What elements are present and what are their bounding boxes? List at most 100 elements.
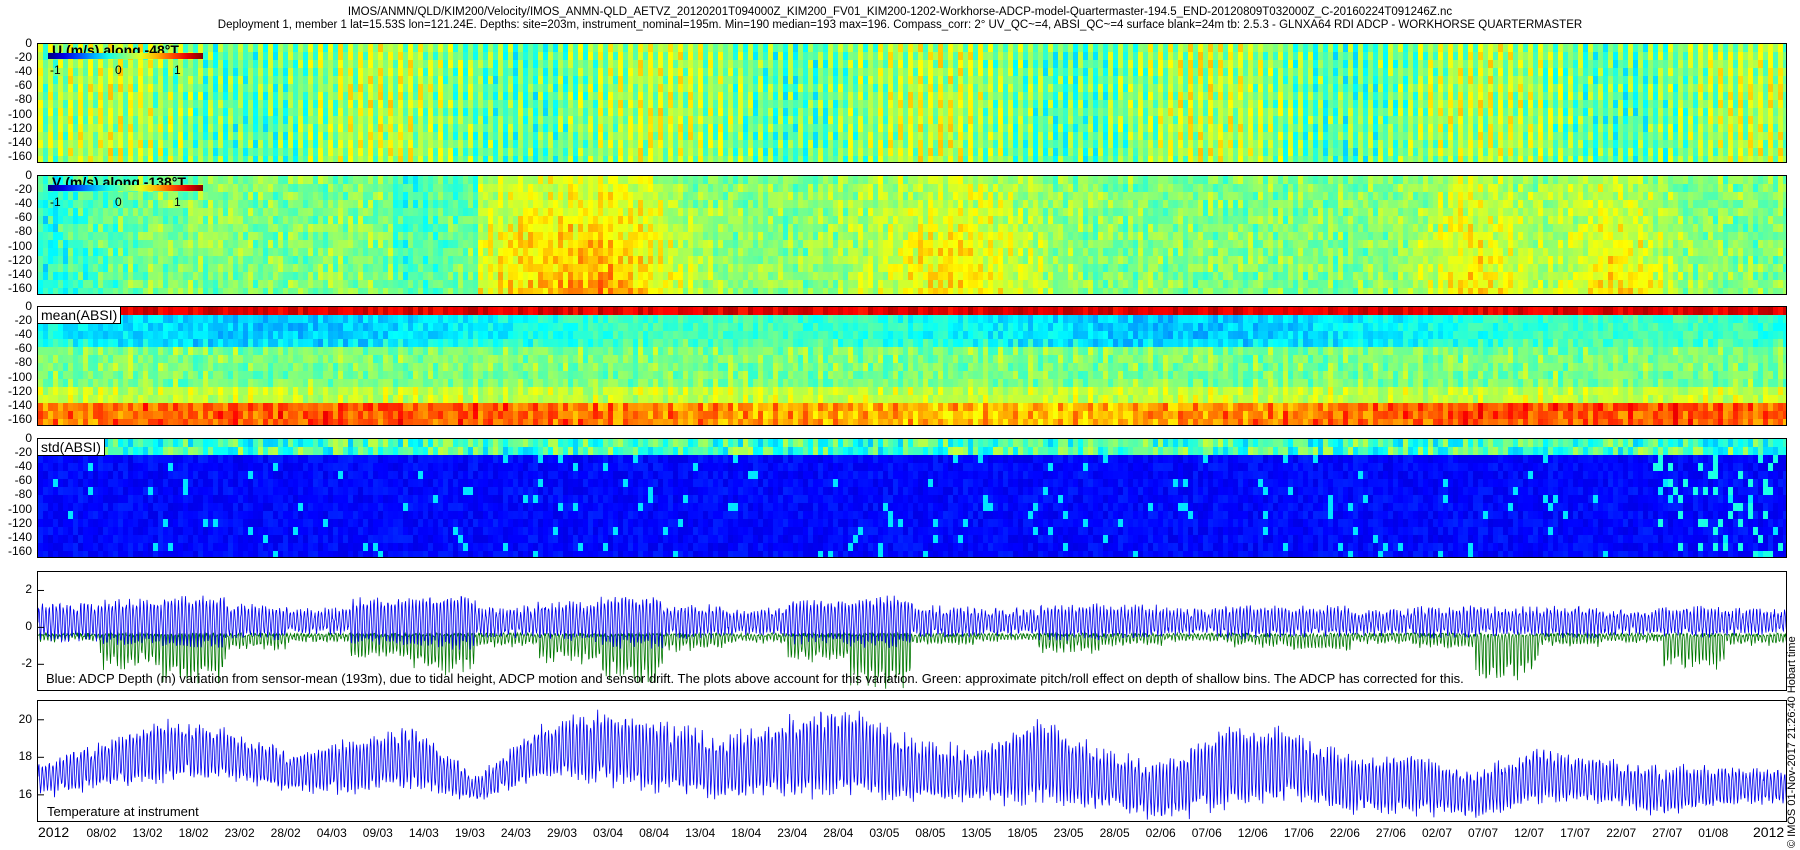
heatmap-cell (978, 148, 984, 157)
heatmap-cell (1173, 92, 1179, 101)
heatmap-cell (798, 52, 804, 61)
heatmap-cell (1143, 108, 1149, 117)
heatmap-cell (1123, 108, 1129, 117)
heatmap-cell (1193, 140, 1199, 149)
heatmap-cell (43, 124, 49, 133)
heatmap-cell (628, 124, 634, 133)
heatmap-cell (278, 116, 284, 125)
heatmap-cell (1028, 92, 1034, 101)
heatmap-cell (538, 92, 544, 101)
heatmap-cell (653, 76, 659, 85)
heatmap-cell (578, 124, 584, 133)
heatmap-cell (713, 108, 719, 117)
heatmap-cell (288, 52, 294, 61)
heatmap-cell (1523, 52, 1529, 61)
heatmap-cell (558, 60, 564, 69)
heatmap-cell (1383, 76, 1389, 85)
heatmap-cell (1563, 148, 1569, 157)
heatmap-cell (1153, 140, 1159, 149)
heatmap-cell (898, 44, 904, 53)
heatmap-cell (1458, 116, 1464, 125)
heatmap-cell (153, 116, 159, 125)
heatmap-cell (1008, 68, 1014, 77)
heatmap-cell (1513, 132, 1519, 141)
heatmap-cell (1578, 52, 1584, 61)
heatmap-cell (433, 52, 439, 61)
heatmap-cell (493, 60, 499, 69)
heatmap-cell (1618, 116, 1624, 125)
heatmap-cell (418, 84, 424, 93)
heatmap-cell (1523, 44, 1529, 53)
heatmap-cell (648, 84, 654, 93)
heatmap-cell (273, 68, 279, 77)
heatmap-cell (468, 60, 474, 69)
heatmap-cell (483, 148, 489, 157)
heatmap-cell (1248, 84, 1254, 93)
heatmap-cell (1018, 116, 1024, 125)
heatmap-cell (1493, 92, 1499, 101)
heatmap-cell (818, 124, 824, 133)
heatmap-cell (1658, 132, 1664, 141)
heatmap-cell (1253, 116, 1259, 125)
heatmap-cell (78, 92, 84, 101)
heatmap-cell (58, 84, 64, 93)
heatmap-cell (1368, 44, 1374, 53)
heatmap-cell (963, 116, 969, 125)
heatmap-cell (78, 140, 84, 149)
heatmap-cell (1273, 140, 1279, 149)
heatmap-cell (1133, 124, 1139, 133)
heatmap-cell (538, 52, 544, 61)
heatmap-cell (1118, 140, 1124, 149)
heatmap-cell (1423, 124, 1429, 133)
heatmap-cell (1113, 156, 1119, 162)
heatmap-cell (543, 132, 549, 141)
heatmap-cell (1173, 140, 1179, 149)
heatmap-cell (1358, 108, 1364, 117)
heatmap-cell (198, 156, 204, 162)
heatmap-cell (733, 116, 739, 125)
heatmap-cell (368, 156, 374, 162)
heatmap-cell (763, 76, 769, 85)
heatmap-cell (913, 68, 919, 77)
heatmap-cell (1433, 156, 1439, 162)
heatmap-cell (93, 108, 99, 117)
heatmap-cell (713, 92, 719, 101)
heatmap-cell (638, 116, 644, 125)
heatmap-cell (1058, 100, 1064, 109)
heatmap-cell (478, 108, 484, 117)
heatmap-cell (1533, 124, 1539, 133)
heatmap-cell (578, 44, 584, 53)
heatmap-cell (1198, 68, 1204, 77)
heatmap-cell (1163, 92, 1169, 101)
heatmap-cell (1263, 124, 1269, 133)
heatmap-cell (773, 124, 779, 133)
heatmap-cell (1123, 76, 1129, 85)
heatmap-cell (658, 84, 664, 93)
heatmap-cell (1213, 84, 1219, 93)
heatmap-cell (63, 84, 69, 93)
heatmap-cell (528, 108, 534, 117)
heatmap-cell (1028, 76, 1034, 85)
heatmap-cell (878, 156, 884, 162)
heatmap-cell (1148, 76, 1154, 85)
heatmap-cell (903, 116, 909, 125)
heatmap-cell (1408, 44, 1414, 53)
heatmap-cell (803, 156, 809, 162)
heatmap-cell (1108, 52, 1114, 61)
heatmap-cell (1338, 52, 1344, 61)
heatmap-cell (1578, 108, 1584, 117)
heatmap-cell (1403, 100, 1409, 109)
heatmap-cell (693, 60, 699, 69)
heatmap-cell (1363, 132, 1369, 141)
heatmap-cell (138, 156, 144, 162)
heatmap-cell (903, 92, 909, 101)
heatmap-cell (1233, 140, 1239, 149)
heatmap-cell (863, 52, 869, 61)
heatmap-cell (1573, 60, 1579, 69)
heatmap-cell (1493, 108, 1499, 117)
heatmap-cell (928, 116, 934, 125)
heatmap-cell (1058, 52, 1064, 61)
heatmap-cell (663, 140, 669, 149)
heatmap-cell (333, 148, 339, 157)
heatmap-cell (108, 132, 114, 141)
